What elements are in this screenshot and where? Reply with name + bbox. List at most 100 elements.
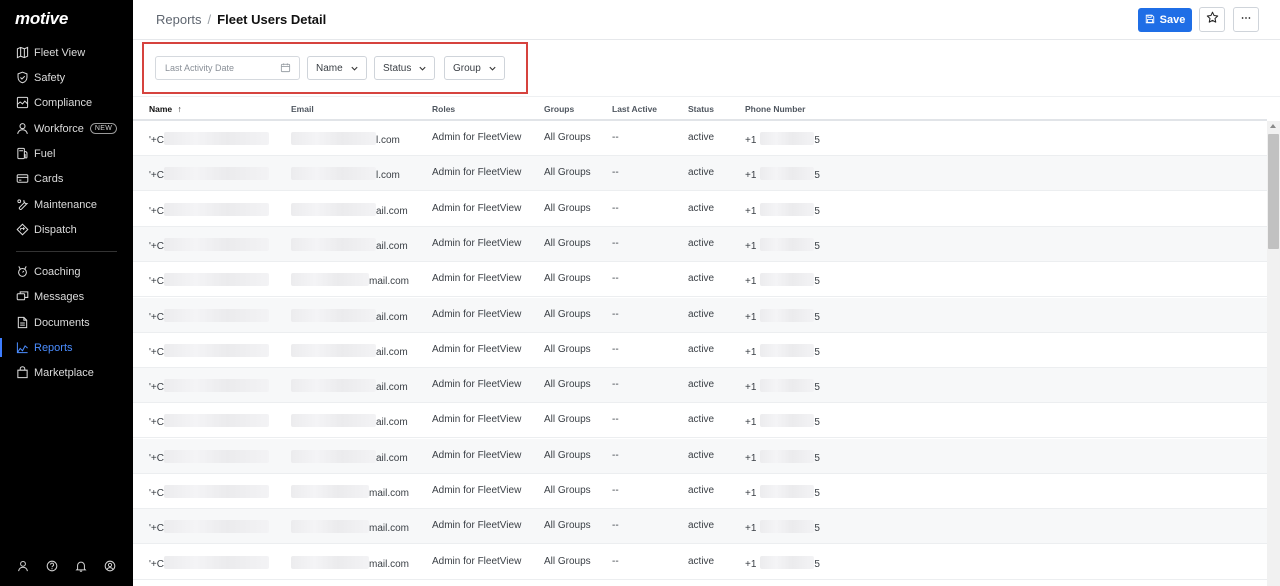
redacted-name bbox=[163, 167, 269, 181]
cell-groups: All Groups bbox=[544, 343, 591, 355]
chevron-down-icon bbox=[488, 64, 497, 73]
column-header-last-active[interactable]: Last Active bbox=[612, 104, 657, 114]
table-row[interactable]: '+C l.com Admin for FleetView All Groups -- a… bbox=[133, 156, 1267, 192]
cell-status: active bbox=[688, 237, 715, 249]
marketplace-icon bbox=[16, 366, 29, 379]
redacted-email bbox=[291, 308, 376, 322]
table-row[interactable]: '+C ail.com Admin for FleetView All Groups -… bbox=[133, 438, 1267, 474]
sidebar-item-reports[interactable]: Reports bbox=[0, 335, 133, 360]
column-header-roles[interactable]: Roles bbox=[432, 104, 455, 114]
save-icon bbox=[1145, 14, 1155, 27]
table-row[interactable]: '+C mail.com Admin for FleetView All Groups… bbox=[133, 509, 1267, 545]
sidebar-item-cards[interactable]: Cards bbox=[0, 166, 133, 191]
bell-icon[interactable] bbox=[74, 559, 88, 573]
cell-groups: All Groups bbox=[544, 449, 591, 461]
cell-name: '+C bbox=[149, 520, 269, 534]
table-row[interactable]: '+C ail.com Admin for FleetView All Groups -… bbox=[133, 226, 1267, 262]
cell-last-active: -- bbox=[612, 485, 619, 496]
table-row[interactable]: '+C mail.com Admin for FleetView All Groups… bbox=[133, 545, 1267, 580]
sidebar-item-coaching[interactable]: Coaching bbox=[0, 259, 133, 284]
sidebar-item-documents[interactable]: Documents bbox=[0, 310, 133, 335]
scrollbar-thumb[interactable] bbox=[1268, 134, 1279, 249]
redacted-email bbox=[291, 343, 376, 357]
sidebar-item-label: Marketplace bbox=[34, 366, 94, 379]
redacted-name bbox=[163, 555, 269, 569]
redacted-phone bbox=[760, 237, 815, 251]
table-row[interactable]: '+C mail.com Admin for FleetView All Groups… bbox=[133, 262, 1267, 298]
sidebar-item-safety[interactable]: Safety bbox=[0, 65, 133, 90]
table-row[interactable]: '+C l.com Admin for FleetView All Groups -- a… bbox=[133, 121, 1267, 156]
help-icon[interactable] bbox=[45, 559, 59, 573]
name-filter-dropdown[interactable]: Name bbox=[307, 56, 367, 80]
logo[interactable]: motive bbox=[15, 9, 68, 29]
column-header-name[interactable]: Name ↑ bbox=[149, 104, 182, 114]
redacted-name bbox=[163, 237, 269, 251]
redacted-phone bbox=[760, 167, 815, 181]
table-row[interactable]: '+C ail.com Admin for FleetView All Groups -… bbox=[133, 333, 1267, 368]
save-button[interactable]: Save bbox=[1138, 8, 1192, 32]
cell-phone: +1 5 bbox=[745, 237, 820, 252]
cell-status: active bbox=[688, 343, 715, 355]
name-filter-label: Name bbox=[316, 62, 343, 74]
column-header-groups[interactable]: Groups bbox=[544, 104, 574, 114]
cell-email: ail.com bbox=[291, 308, 408, 323]
sidebar-item-label: Workforce bbox=[34, 122, 84, 135]
star-icon bbox=[1206, 11, 1219, 29]
sidebar-item-messages[interactable]: Messages bbox=[0, 284, 133, 309]
table-row[interactable]: '+C ail.com Admin for FleetView All Groups -… bbox=[133, 192, 1267, 227]
cell-email: ail.com bbox=[291, 202, 408, 217]
scroll-up-arrow-icon[interactable] bbox=[1270, 124, 1276, 128]
sidebar-divider bbox=[16, 251, 117, 252]
cell-last-active: -- bbox=[612, 555, 619, 567]
breadcrumb-separator: / bbox=[207, 12, 212, 27]
more-options-button[interactable] bbox=[1233, 7, 1259, 32]
cell-last-active: -- bbox=[612, 343, 619, 355]
map-icon bbox=[16, 46, 29, 59]
redacted-name bbox=[163, 273, 269, 287]
last-activity-date-input[interactable]: Last Activity Date bbox=[155, 56, 300, 80]
column-header-status[interactable]: Status bbox=[688, 104, 714, 114]
cell-email: mail.com bbox=[291, 520, 409, 534]
account-icon[interactable] bbox=[103, 559, 117, 573]
table-row[interactable]: '+C ail.com Admin for FleetView All Groups -… bbox=[133, 297, 1267, 333]
favorite-button[interactable] bbox=[1199, 7, 1225, 32]
cell-last-active: -- bbox=[612, 237, 619, 249]
cell-name: '+C bbox=[149, 449, 269, 464]
sidebar-item-dispatch[interactable]: Dispatch bbox=[0, 217, 133, 242]
table-row[interactable]: '+C mail.com Admin for FleetView All Groups… bbox=[133, 474, 1267, 509]
group-filter-dropdown[interactable]: Group bbox=[444, 56, 505, 80]
breadcrumb-reports-link[interactable]: Reports bbox=[156, 12, 202, 27]
cell-name: '+C bbox=[149, 167, 269, 181]
sidebar-item-maintenance[interactable]: Maintenance bbox=[0, 192, 133, 217]
sidebar: motive Fleet View Safety Compliance Workfor… bbox=[0, 0, 133, 586]
sidebar-item-fuel[interactable]: Fuel bbox=[0, 141, 133, 166]
calendar-icon[interactable] bbox=[280, 62, 292, 74]
date-placeholder: Last Activity Date bbox=[165, 63, 235, 73]
cell-status: active bbox=[688, 555, 715, 567]
table-row[interactable]: '+C ail.com Admin for FleetView All Groups -… bbox=[133, 403, 1267, 439]
cell-groups: All Groups bbox=[544, 485, 591, 496]
redacted-phone bbox=[760, 414, 815, 428]
sidebar-item-marketplace[interactable]: Marketplace bbox=[0, 360, 133, 385]
sidebar-item-workforce[interactable]: Workforce NEW bbox=[0, 116, 133, 141]
redacted-email bbox=[291, 555, 369, 569]
sidebar-footer bbox=[0, 556, 133, 576]
cell-phone: +1 5 bbox=[745, 379, 820, 393]
cell-email: ail.com bbox=[291, 343, 408, 358]
save-label: Save bbox=[1159, 14, 1186, 26]
reports-icon bbox=[16, 341, 29, 354]
redacted-phone bbox=[760, 273, 815, 287]
status-filter-dropdown[interactable]: Status bbox=[374, 56, 435, 80]
chevron-down-icon bbox=[350, 64, 359, 73]
sidebar-item-fleet-view[interactable]: Fleet View bbox=[0, 40, 133, 65]
table-row[interactable]: '+C ail.com Admin for FleetView All Groups -… bbox=[133, 368, 1267, 404]
sidebar-item-compliance[interactable]: Compliance bbox=[0, 90, 133, 115]
user-icon[interactable] bbox=[16, 559, 30, 573]
cell-name: '+C bbox=[149, 555, 269, 570]
table-scrollbar[interactable] bbox=[1267, 121, 1280, 586]
cell-role: Admin for FleetView bbox=[432, 132, 522, 143]
column-header-phone-number[interactable]: Phone Number bbox=[745, 104, 805, 114]
column-header-email[interactable]: Email bbox=[291, 104, 314, 114]
sidebar-item-label: Fleet View bbox=[34, 46, 86, 59]
cell-phone: +1 5 bbox=[745, 202, 820, 217]
